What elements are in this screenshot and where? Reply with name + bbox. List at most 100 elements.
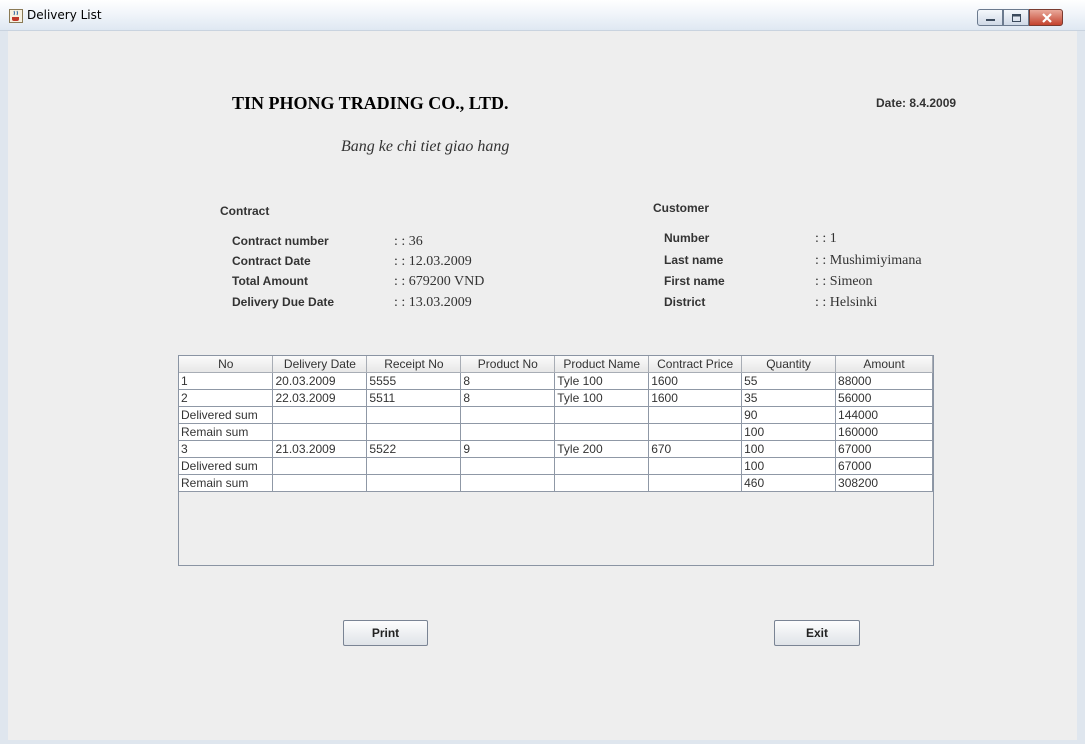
table-cell[interactable]: Delivered sum [179,457,274,475]
table-cell[interactable]: Tyle 200 [554,440,650,458]
table-cell[interactable]: Tyle 100 [554,372,650,390]
table-cell[interactable]: 55 [741,372,837,390]
print-button[interactable]: Print [343,620,428,646]
table-cell[interactable] [648,457,743,475]
table-cell[interactable]: 1 [179,372,274,390]
table-cell[interactable]: Remain sum [179,423,274,441]
table-cell[interactable]: 1600 [648,389,743,407]
table-row[interactable]: 1 20.03.2009 5555 8 Tyle 100 1600 55 880… [179,372,933,390]
table-cell[interactable]: 670 [648,440,743,458]
table-cell[interactable] [648,474,743,492]
total-amount-value: : : 679200 VND [394,274,485,289]
column-header-quantity[interactable]: Quantity [741,356,837,373]
table-cell[interactable]: 9 [460,440,556,458]
window-frame-bottom [0,740,1085,744]
close-icon [1042,13,1052,23]
table-cell[interactable]: 67000 [835,457,933,475]
table-cell[interactable]: Tyle 100 [554,389,650,407]
table-cell[interactable]: 21.03.2009 [272,440,368,458]
table-cell[interactable] [460,457,556,475]
table-cell[interactable] [366,457,462,475]
table-cell[interactable]: 90 [741,406,837,424]
delivery-table[interactable]: No Delivery Date Receipt No Product No P… [179,356,933,492]
maximize-button[interactable] [1003,9,1029,26]
table-row[interactable]: Delivered sum 100 67000 [179,457,933,475]
column-header-receipt-no[interactable]: Receipt No [366,356,462,373]
table-cell[interactable]: 67000 [835,440,933,458]
column-header-contract-price[interactable]: Contract Price [648,356,743,373]
delivery-due-date-value: : : 13.03.2009 [394,295,472,310]
table-cell[interactable] [554,423,650,441]
table-cell[interactable]: 5555 [366,372,462,390]
table-cell[interactable]: 20.03.2009 [272,372,368,390]
table-cell[interactable]: 308200 [835,474,933,492]
table-cell[interactable]: 88000 [835,372,933,390]
table-cell[interactable]: 100 [741,440,837,458]
maximize-icon [1012,14,1021,22]
table-cell[interactable]: 8 [460,389,556,407]
table-cell[interactable] [272,457,368,475]
column-header-product-name[interactable]: Product Name [554,356,650,373]
table-cell[interactable] [366,423,462,441]
table-cell[interactable] [272,406,368,424]
exit-button[interactable]: Exit [774,620,860,646]
delivery-table-scrollpane[interactable]: No Delivery Date Receipt No Product No P… [178,355,934,566]
table-cell[interactable] [648,406,743,424]
table-cell[interactable] [648,423,743,441]
company-name: TIN PHONG TRADING CO., LTD. [232,93,509,113]
first-name-value: : : Simeon [815,274,873,289]
column-header-delivery-date[interactable]: Delivery Date [272,356,368,373]
table-cell[interactable]: 460 [741,474,837,492]
table-cell[interactable]: 8 [460,372,556,390]
table-cell[interactable]: 3 [179,440,274,458]
table-cell[interactable]: 56000 [835,389,933,407]
contract-date-label: Contract Date [232,254,311,268]
district-label: District [664,295,706,309]
table-row[interactable]: Delivered sum 90 144000 [179,406,933,424]
table-row[interactable]: Remain sum 100 160000 [179,423,933,441]
table-cell[interactable]: 1600 [648,372,743,390]
table-cell[interactable]: 5511 [366,389,462,407]
customer-number-value: : : 1 [815,231,837,246]
table-row[interactable]: 2 22.03.2009 5511 8 Tyle 100 1600 35 560… [179,389,933,407]
table-cell[interactable] [272,474,368,492]
table-cell[interactable] [554,457,650,475]
table-cell[interactable]: Remain sum [179,474,274,492]
first-name-label: First name [664,274,725,288]
table-cell[interactable]: 22.03.2009 [272,389,368,407]
total-amount-label: Total Amount [232,274,308,288]
minimize-button[interactable] [977,9,1003,26]
last-name-label: Last name [664,253,724,267]
column-header-amount[interactable]: Amount [835,356,933,373]
close-button[interactable] [1029,9,1063,26]
contract-number-value: : : 36 [394,234,423,249]
table-cell[interactable] [460,474,556,492]
table-cell[interactable]: 35 [741,389,837,407]
contract-number-label: Contract number [232,234,329,248]
contract-heading: Contract [220,204,270,218]
table-cell[interactable]: 100 [741,457,837,475]
table-cell[interactable]: Delivered sum [179,406,274,424]
table-cell[interactable] [460,406,556,424]
table-cell[interactable] [366,474,462,492]
table-cell[interactable] [272,423,368,441]
table-row[interactable]: Remain sum 460 308200 [179,474,933,492]
table-row[interactable]: 3 21.03.2009 5522 9 Tyle 200 670 100 670… [179,440,933,458]
district-value: : : Helsinki [815,295,878,310]
column-header-no[interactable]: No [179,356,274,373]
table-cell[interactable] [554,474,650,492]
table-cell[interactable] [554,406,650,424]
table-cell[interactable]: 2 [179,389,274,407]
last-name-value: : : Mushimiyimana [815,253,922,268]
table-cell[interactable]: 160000 [835,423,933,441]
table-cell[interactable]: 100 [741,423,837,441]
table-cell[interactable] [460,423,556,441]
table-header-row: No Delivery Date Receipt No Product No P… [179,356,933,373]
window-title: Delivery List [27,8,102,22]
table-cell[interactable] [366,406,462,424]
window-title-bar[interactable]: Delivery List [0,0,1085,31]
table-cell[interactable]: 144000 [835,406,933,424]
column-header-product-no[interactable]: Product No [460,356,556,373]
contract-date-value: : : 12.03.2009 [394,254,472,269]
table-cell[interactable]: 5522 [366,440,462,458]
